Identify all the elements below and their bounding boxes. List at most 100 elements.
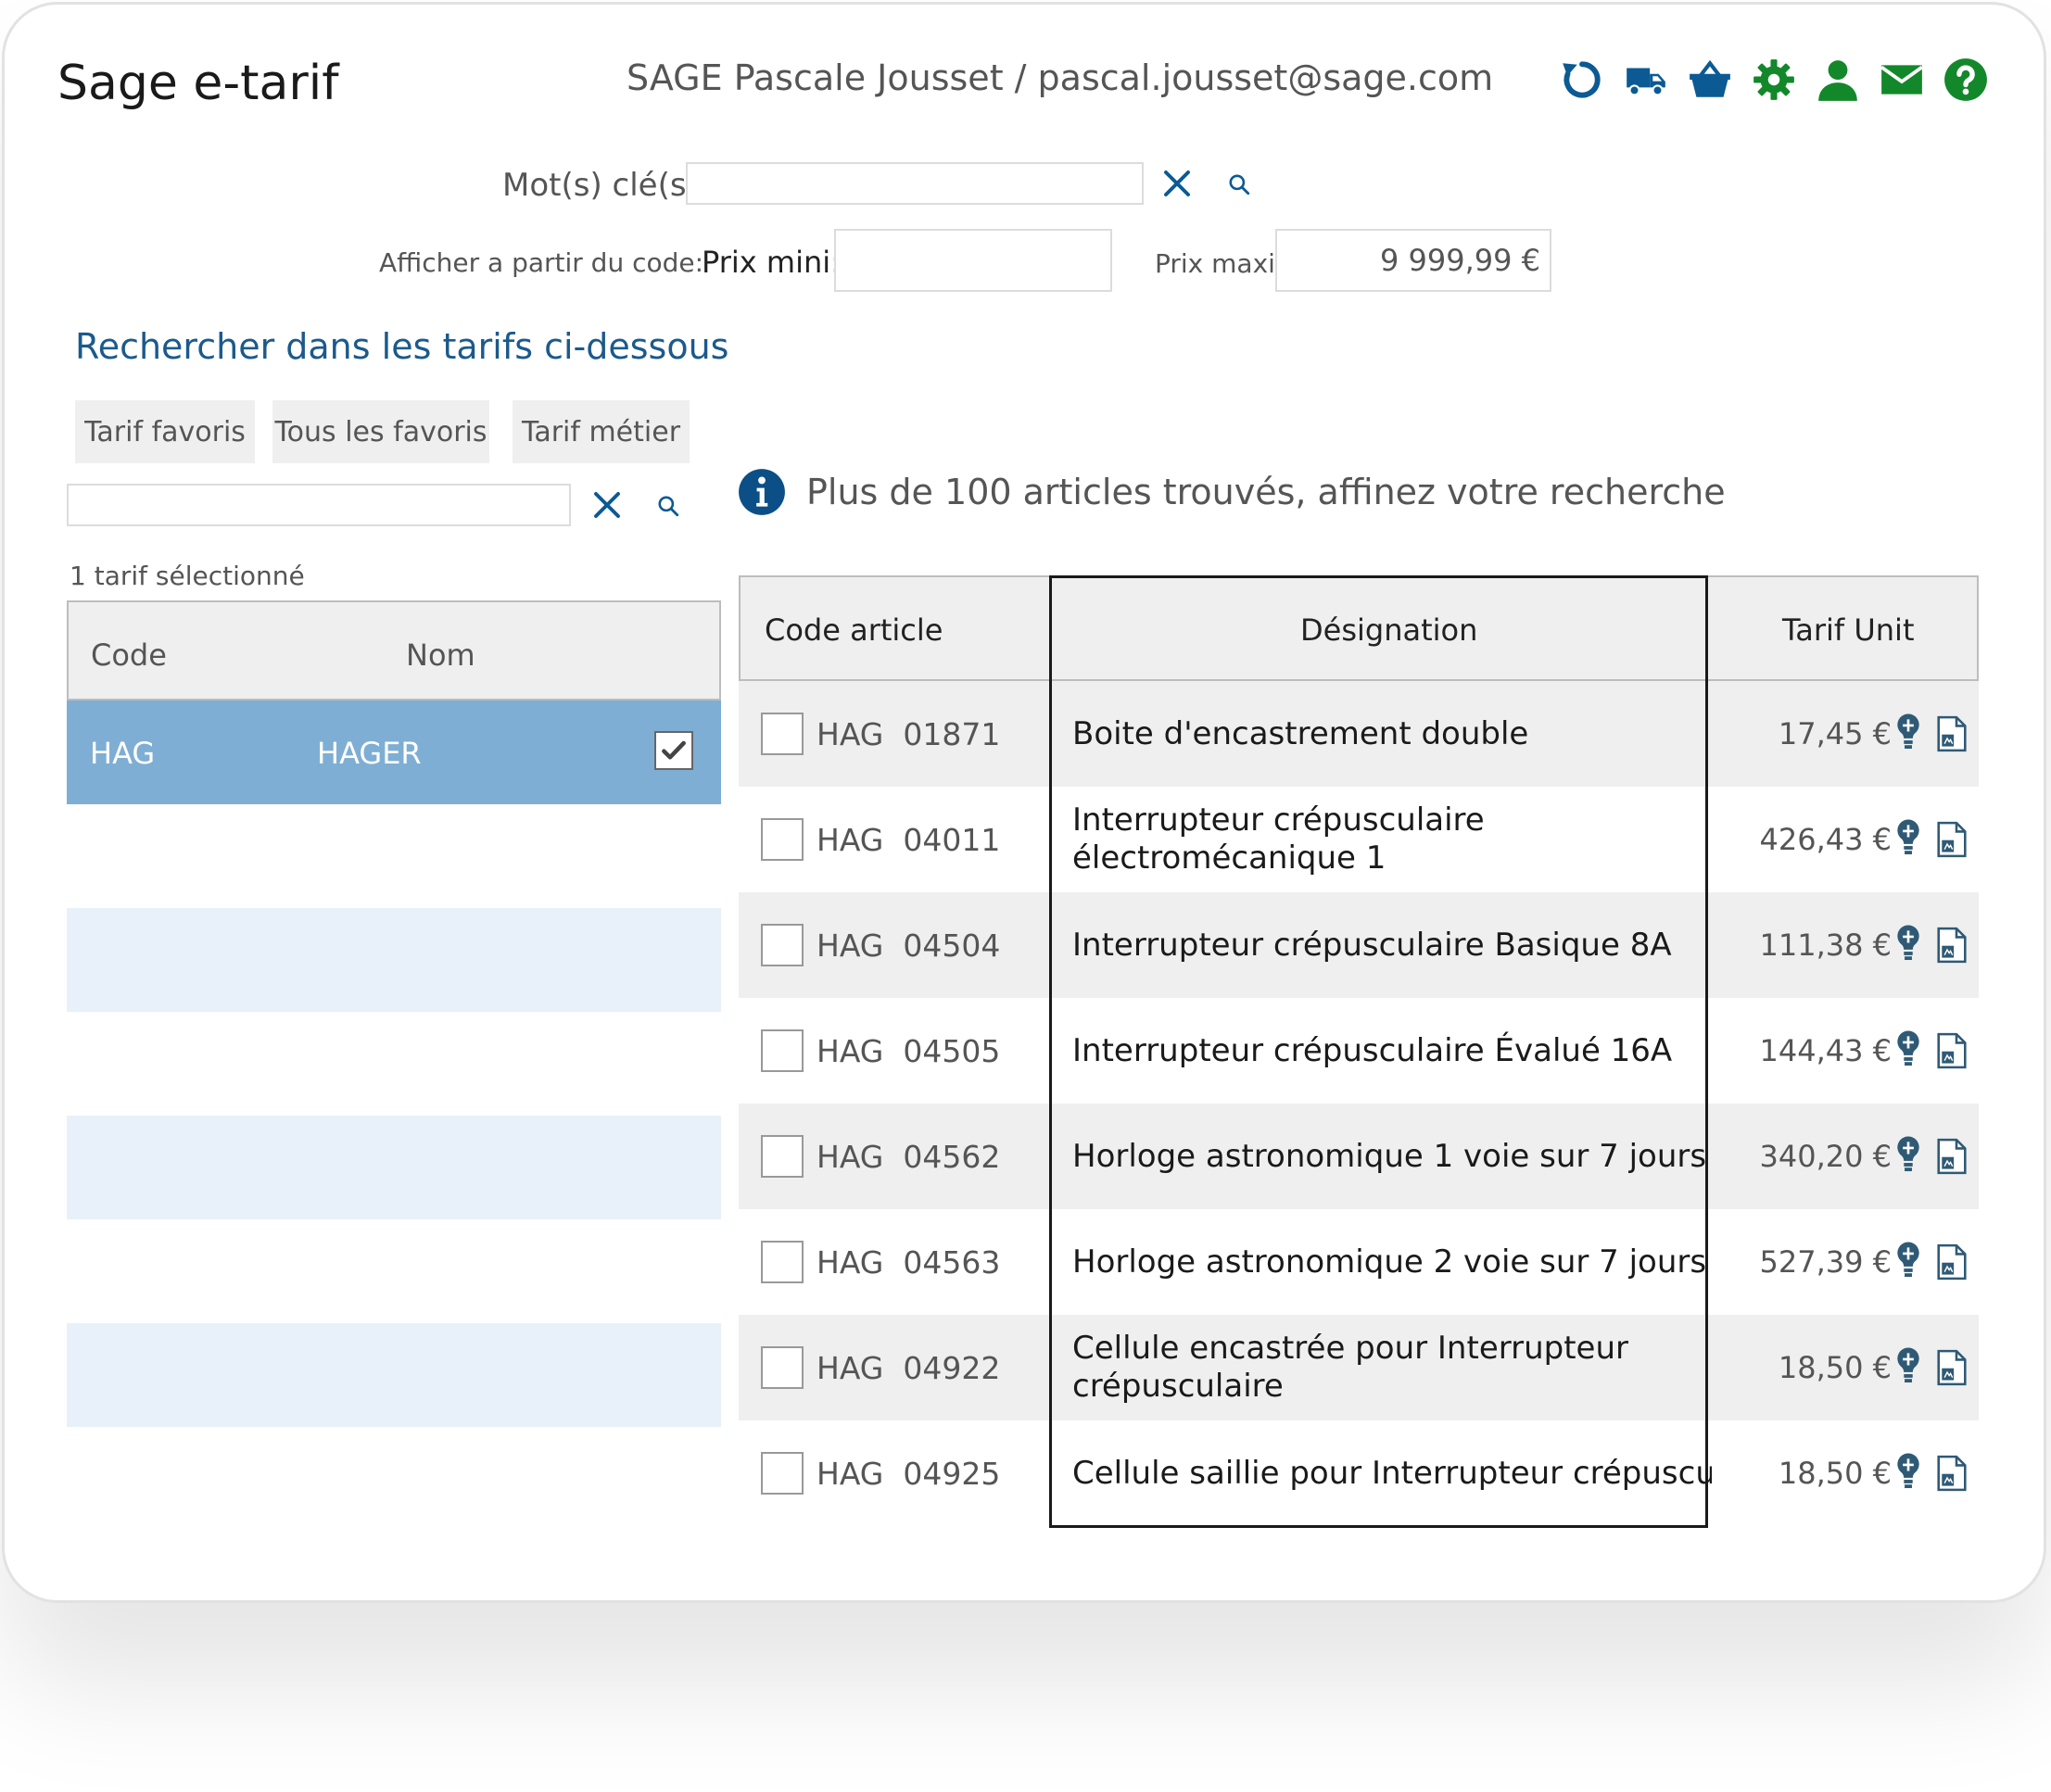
article-row[interactable]: HAG 04011 Interrupteur crépusculaire élec… bbox=[739, 787, 1979, 892]
tariff-checkbox[interactable] bbox=[654, 731, 693, 770]
pdf-icon[interactable] bbox=[1935, 821, 1969, 858]
tariff-table-header: Code Nom bbox=[67, 600, 721, 700]
article-designation: Horloge astronomique 2 voie sur 7 jours bbox=[1072, 1209, 1712, 1315]
search-icon bbox=[1229, 174, 1250, 196]
article-price: 527,39 € bbox=[1759, 1244, 1893, 1280]
article-checkbox[interactable] bbox=[761, 818, 804, 861]
article-row[interactable]: HAG 04922 Cellule encastrée pour Interru… bbox=[739, 1315, 1979, 1420]
lightbulb-icon[interactable] bbox=[1894, 713, 1922, 753]
tariff-row[interactable]: HAG HAGER bbox=[67, 700, 721, 804]
article-designation-line: Boite d'encastrement double bbox=[1072, 714, 1529, 752]
checkmark-icon bbox=[662, 740, 686, 760]
max-price-label: Prix maxi bbox=[1155, 248, 1275, 279]
selected-tariff-count: 1 tarif sélectionné bbox=[70, 561, 305, 591]
article-designation-line: Horloge astronomique 1 voie sur 7 jours bbox=[1072, 1137, 1707, 1175]
article-number: 04011 bbox=[903, 822, 1001, 858]
info-message: Plus de 100 articles trouvés, affinez vo… bbox=[738, 468, 1726, 516]
clear-tariff-filter-button[interactable] bbox=[588, 486, 627, 524]
article-price: 18,50 € bbox=[1778, 1350, 1892, 1385]
pdf-icon[interactable] bbox=[1935, 1032, 1969, 1069]
lightbulb-icon[interactable] bbox=[1894, 1135, 1922, 1176]
article-checkbox[interactable] bbox=[761, 924, 804, 966]
lightbulb-icon[interactable] bbox=[1894, 924, 1922, 965]
column-header-code-article: Code article bbox=[765, 612, 943, 648]
tariff-code: HAG bbox=[90, 736, 156, 771]
tariff-filter-input[interactable] bbox=[67, 484, 571, 526]
max-price-input[interactable] bbox=[1275, 229, 1551, 292]
article-code: HAG 04011 bbox=[817, 822, 1000, 858]
pdf-icon[interactable] bbox=[1935, 1349, 1969, 1386]
help-icon[interactable] bbox=[1943, 54, 1989, 106]
article-code: HAG 01871 bbox=[817, 716, 1000, 752]
basket-icon[interactable] bbox=[1687, 54, 1733, 106]
article-brand: HAG bbox=[817, 822, 884, 858]
tariff-favorites-button[interactable]: Tarif favoris bbox=[75, 400, 255, 463]
clear-keywords-button[interactable] bbox=[1158, 164, 1196, 203]
article-code: HAG 04505 bbox=[817, 1033, 1000, 1069]
user-icon[interactable] bbox=[1815, 54, 1861, 106]
keywords-input[interactable] bbox=[686, 162, 1144, 205]
lightbulb-icon[interactable] bbox=[1894, 1029, 1922, 1070]
tariff-empty-row bbox=[67, 1219, 721, 1323]
article-checkbox[interactable] bbox=[761, 1029, 804, 1072]
article-row[interactable]: HAG 04504 Interrupteur crépusculaire Bas… bbox=[739, 892, 1979, 998]
lightbulb-icon[interactable] bbox=[1894, 818, 1922, 859]
article-designation-line: Horloge astronomique 2 voie sur 7 jours bbox=[1072, 1243, 1707, 1281]
pdf-icon[interactable] bbox=[1935, 1138, 1969, 1175]
min-price-input[interactable] bbox=[834, 229, 1112, 292]
article-brand: HAG bbox=[817, 1456, 884, 1492]
keywords-label: Mot(s) clé(s bbox=[502, 167, 687, 204]
article-row[interactable]: HAG 04562 Horloge astronomique 1 voie su… bbox=[739, 1104, 1979, 1209]
tariff-table: Code Nom HAG HAGER bbox=[67, 600, 721, 1427]
article-number: 04505 bbox=[903, 1033, 1001, 1069]
lightbulb-icon[interactable] bbox=[1894, 1241, 1922, 1281]
pdf-icon[interactable] bbox=[1935, 715, 1969, 752]
article-code: HAG 04504 bbox=[817, 928, 1000, 964]
all-favorites-button[interactable]: Tous les favoris bbox=[272, 400, 489, 463]
article-designation-line: Cellule saillie pour Interrupteur crépus… bbox=[1072, 1454, 1712, 1492]
close-icon bbox=[594, 492, 620, 518]
article-row[interactable]: HAG 04563 Horloge astronomique 2 voie su… bbox=[739, 1209, 1979, 1315]
column-header-code: Code bbox=[91, 637, 167, 673]
article-number: 04922 bbox=[903, 1350, 1001, 1386]
article-brand: HAG bbox=[817, 928, 884, 964]
article-checkbox[interactable] bbox=[761, 1135, 804, 1178]
pdf-icon[interactable] bbox=[1935, 1243, 1969, 1281]
article-designation: Interrupteur crépusculaire Évalué 16A bbox=[1072, 998, 1712, 1104]
gear-icon[interactable] bbox=[1751, 54, 1797, 106]
column-header-name: Nom bbox=[406, 637, 475, 673]
article-row[interactable]: HAG 01871 Boite d'encastrement double 17… bbox=[739, 681, 1979, 787]
article-number: 04504 bbox=[903, 928, 1001, 964]
article-designation: Boite d'encastrement double bbox=[1072, 681, 1712, 787]
refresh-icon[interactable] bbox=[1559, 54, 1605, 106]
pdf-icon[interactable] bbox=[1935, 1455, 1969, 1492]
lightbulb-icon[interactable] bbox=[1894, 1452, 1922, 1493]
truck-icon[interactable] bbox=[1623, 54, 1669, 106]
article-designation-line: crépusculaire bbox=[1072, 1368, 1284, 1405]
article-checkbox[interactable] bbox=[761, 713, 804, 755]
article-designation: Cellule encastrée pour Interrupteur crépu… bbox=[1072, 1315, 1712, 1420]
article-number: 04925 bbox=[903, 1456, 1001, 1492]
article-designation: Interrupteur crépusculaire électromécaniq… bbox=[1072, 787, 1712, 892]
results-table-header: Code article Désignation Tarif Unit bbox=[739, 575, 1979, 681]
article-price: 111,38 € bbox=[1759, 928, 1893, 963]
article-brand: HAG bbox=[817, 1244, 884, 1281]
article-designation-line: Interrupteur crépusculaire Évalué 16A bbox=[1072, 1031, 1673, 1069]
info-message-text: Plus de 100 articles trouvés, affinez vo… bbox=[806, 472, 1726, 512]
search-tariff-button[interactable] bbox=[654, 492, 682, 520]
article-brand: HAG bbox=[817, 1139, 884, 1175]
lightbulb-icon[interactable] bbox=[1894, 1346, 1922, 1387]
trade-tariff-button[interactable]: Tarif métier bbox=[513, 400, 690, 463]
close-icon bbox=[1164, 170, 1190, 196]
article-checkbox[interactable] bbox=[761, 1241, 804, 1283]
article-row[interactable]: HAG 04505 Interrupteur crépusculaire Éva… bbox=[739, 998, 1979, 1104]
article-designation: Cellule saillie pour Interrupteur crépus… bbox=[1072, 1420, 1712, 1526]
article-row[interactable]: HAG 04925 Cellule saillie pour Interrupt… bbox=[739, 1420, 1979, 1526]
tariff-empty-row bbox=[67, 1012, 721, 1116]
tariff-empty-row bbox=[67, 908, 721, 1012]
article-checkbox[interactable] bbox=[761, 1346, 804, 1389]
pdf-icon[interactable] bbox=[1935, 927, 1969, 964]
mail-icon[interactable] bbox=[1879, 54, 1925, 106]
article-checkbox[interactable] bbox=[761, 1452, 804, 1495]
search-keywords-button[interactable] bbox=[1225, 170, 1253, 198]
